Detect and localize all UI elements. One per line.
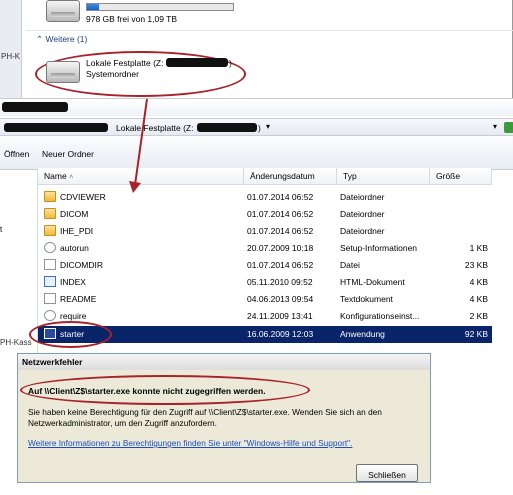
file-row-cdviewer[interactable]: CDVIEWER 01.07.2014 06:52 Dateiordner [38, 189, 492, 206]
settings-file-icon [44, 242, 56, 253]
history-dropdown-icon[interactable]: ▾ [493, 122, 497, 131]
html-file-icon [44, 276, 56, 287]
group-header[interactable]: ⌃ Weitere (1) [36, 34, 87, 45]
settings-file-icon [44, 310, 56, 321]
text-file-icon [44, 293, 56, 304]
file-row-index[interactable]: INDEX 05.11.2010 09:52 HTML-Dokument 4 K… [38, 274, 492, 291]
local-drive-icon[interactable] [46, 0, 80, 22]
file-row-autorun[interactable]: autorun 20.07.2009 10:18 Setup-Informati… [38, 240, 492, 257]
sort-ascending-icon: ˄ [69, 174, 74, 181]
file-name: autorun [60, 243, 89, 253]
file-type: HTML-Dokument [340, 277, 405, 287]
close-button[interactable]: Schließen [356, 464, 418, 482]
drive-free-space: 978 GB frei von 1,09 TB [86, 14, 178, 24]
file-size: 4 KB [469, 294, 488, 304]
file-date: 01.07.2014 06:52 [247, 226, 314, 236]
network-error-dialog: Netzwerkfehler Auf \\Client\Z$\starter.e… [17, 353, 431, 483]
column-header-type[interactable]: Typ [337, 168, 430, 185]
file-row-dicom[interactable]: DICOM 01.07.2014 06:52 Dateiordner [38, 206, 492, 223]
window-titlebar [0, 98, 513, 116]
file-row-require[interactable]: require 24.11.2009 13:41 Konfigurationse… [38, 308, 492, 325]
folder-icon [44, 191, 56, 202]
file-type: Datei [340, 260, 360, 270]
computer-view-pane: PH-K 978 GB frei von 1,09 TB ⌃ Weitere (… [0, 0, 513, 98]
file-type: Konfigurationseinst... [340, 311, 420, 321]
file-size: 4 KB [469, 277, 488, 287]
network-drive-item[interactable]: Lokale Festplatte (Z: [86, 58, 163, 68]
file-type: Dateiordner [340, 192, 385, 202]
address-dropdown-icon[interactable]: ▾ [266, 122, 270, 131]
network-drive-name: Lokale Festplatte (Z: [86, 58, 164, 68]
column-size-label: Größe [436, 171, 461, 181]
file-name: DICOMDIR [60, 260, 103, 270]
nav-label: PH-K [1, 52, 21, 61]
folder-icon [44, 208, 56, 219]
error-message: Auf \\Client\Z$\starter.exe konnte nicht… [28, 386, 266, 396]
file-type: Textdokument [340, 294, 393, 304]
network-drive-icon[interactable] [46, 61, 80, 83]
new-folder-button[interactable]: Neuer Ordner [42, 149, 94, 159]
file-date: 20.07.2009 10:18 [247, 243, 314, 253]
file-type: Anwendung [340, 329, 385, 339]
column-name-label: Name [44, 171, 67, 181]
file-date: 01.07.2014 06:52 [247, 209, 314, 219]
file-name: require [60, 311, 87, 321]
dialog-title: Netzwerkfehler [18, 354, 430, 370]
refresh-icon[interactable] [504, 122, 513, 133]
column-date-label: Änderungsdatum [250, 171, 315, 181]
redaction-bar [4, 123, 108, 132]
divider [26, 30, 513, 31]
group-label: Weitere (1) [45, 34, 88, 44]
annotation-oval [29, 321, 112, 348]
file-date: 16.06.2009 12:03 [247, 329, 314, 339]
navigation-strip: PH-K [0, 0, 22, 98]
file-type: Dateiordner [340, 209, 385, 219]
column-header-date[interactable]: Änderungsdatum [244, 168, 337, 185]
folder-icon [44, 225, 56, 236]
address-crumb-tail: ) [258, 123, 261, 133]
redaction-bar [2, 102, 68, 112]
open-button[interactable]: Öffnen [4, 149, 29, 159]
file-date: 01.07.2014 06:52 [247, 260, 314, 270]
file-size: 2 KB [469, 311, 488, 321]
address-bar[interactable]: Lokale Festplatte (Z: ) ▾ ▾ [0, 118, 513, 136]
column-header-size[interactable]: Größe [430, 168, 492, 185]
file-row-readme[interactable]: README 04.06.2013 09:54 Textdokument 4 K… [38, 291, 492, 308]
file-date: 01.07.2014 06:52 [247, 192, 314, 202]
file-icon [44, 259, 56, 270]
file-row-ihe-pdi[interactable]: IHE_PDI 01.07.2014 06:52 Dateiordner [38, 223, 492, 240]
network-drive-type: Systemordner [86, 69, 139, 79]
file-type: Setup-Informationen [340, 243, 418, 253]
file-name: README [60, 294, 97, 304]
error-detail: Sie haben keine Berechtigung für den Zug… [28, 407, 382, 428]
drive-capacity-bar [86, 3, 234, 11]
network-drive-name-tail: ) [229, 58, 232, 68]
file-date: 04.06.2013 09:54 [247, 294, 314, 304]
capacity-fill [87, 4, 99, 10]
file-date: 24.11.2009 13:41 [247, 311, 313, 321]
command-toolbar: Öffnen Neuer Ordner [0, 137, 513, 170]
file-name: IHE_PDI [60, 226, 94, 236]
file-name: CDVIEWER [60, 192, 106, 202]
help-link[interactable]: Weitere Informationen zu Berechtigungen … [28, 438, 352, 448]
file-date: 05.11.2010 09:52 [247, 277, 313, 287]
file-name: INDEX [60, 277, 86, 287]
navigation-pane: t [0, 170, 38, 355]
file-name: DICOM [60, 209, 89, 219]
redaction-bar [166, 58, 228, 67]
column-type-label: Typ [343, 171, 357, 181]
file-size: 23 KB [464, 260, 488, 270]
nav-label-bottom: PH-Kass [0, 338, 32, 347]
file-size: 92 KB [464, 329, 488, 339]
file-size: 1 KB [469, 243, 488, 253]
annotation-arrow [129, 98, 148, 193]
file-type: Dateiordner [340, 226, 385, 236]
redaction-bar [197, 123, 257, 132]
nav-fragment: t [0, 225, 3, 234]
file-row-dicomdir[interactable]: DICOMDIR 01.07.2014 06:52 Datei 23 KB [38, 257, 492, 274]
